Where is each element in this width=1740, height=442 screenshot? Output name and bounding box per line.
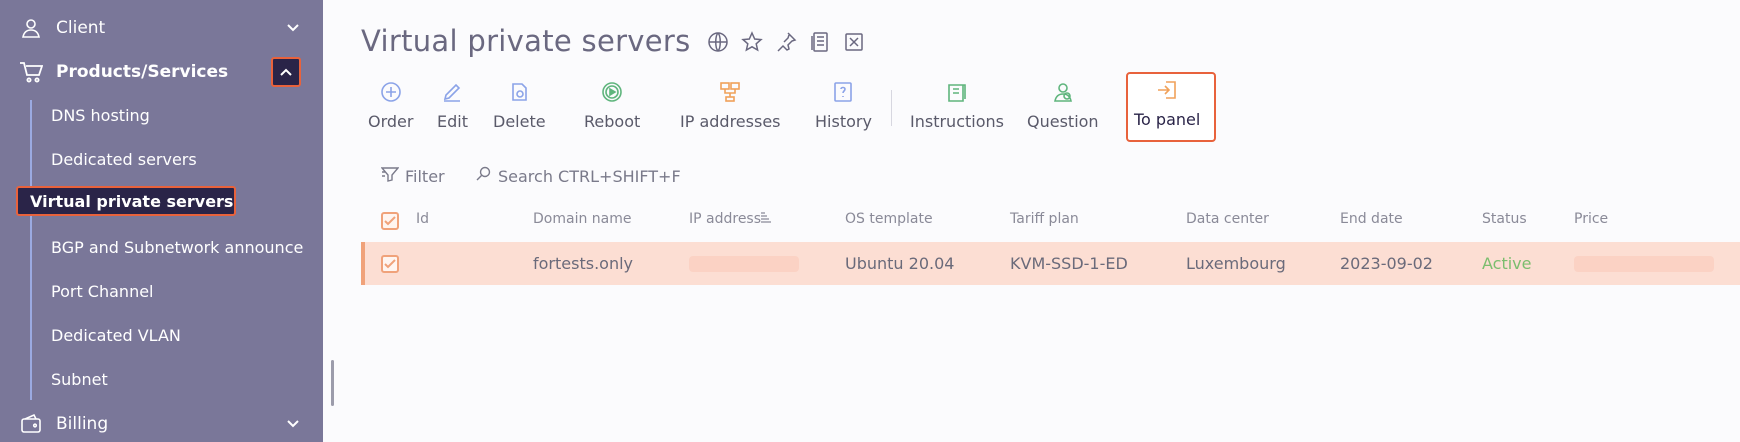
edit-button[interactable]: Edit: [437, 80, 468, 131]
toolbar-divider: [891, 90, 892, 126]
sort-icon[interactable]: [760, 211, 772, 227]
search-input[interactable]: Search CTRL+SHIFT+F: [476, 166, 681, 186]
sidebar: Client Products/Services DNS hosting Ded…: [0, 0, 323, 442]
cell-domain: fortests.only: [533, 254, 633, 273]
sidebar-item-port-channel[interactable]: Port Channel: [51, 282, 154, 301]
delete-label: Delete: [493, 112, 546, 131]
pencil-icon: [440, 80, 464, 104]
sidebar-item-products[interactable]: Products/Services: [0, 54, 323, 90]
column-header-datacenter[interactable]: Data center: [1186, 211, 1269, 227]
column-header-price[interactable]: Price: [1574, 211, 1608, 227]
sidebar-item-client[interactable]: Client: [0, 10, 323, 46]
cell-ip-redacted: [689, 256, 799, 272]
search-placeholder: Search CTRL+SHIFT+F: [498, 166, 681, 186]
sidebar-item-billing[interactable]: Billing: [0, 406, 323, 442]
cell-end-date: 2023-09-02: [1340, 254, 1433, 273]
sidebar-item-label: Products/Services: [56, 62, 229, 82]
sidebar-item-label: Client: [56, 18, 106, 38]
login-icon: [1155, 78, 1179, 102]
history-label: History: [815, 112, 872, 131]
sidebar-item-subnet[interactable]: Subnet: [51, 370, 108, 389]
sidebar-item-dedicated-servers[interactable]: Dedicated servers: [51, 150, 197, 169]
filter-icon: [380, 166, 400, 186]
chevron-down-icon[interactable]: [283, 18, 303, 38]
to-panel-content[interactable]: To panel: [1134, 78, 1200, 129]
sidebar-item-label: Billing: [56, 414, 109, 434]
cart-icon: [18, 59, 44, 85]
pin-icon[interactable]: [774, 30, 798, 54]
order-button[interactable]: Order: [368, 80, 413, 131]
column-header-id[interactable]: Id: [416, 211, 429, 227]
star-icon[interactable]: [740, 30, 764, 54]
globe-icon[interactable]: [706, 30, 730, 54]
wallet-icon: [18, 411, 44, 437]
column-header-status[interactable]: Status: [1482, 211, 1527, 227]
delete-button[interactable]: Delete: [493, 80, 546, 131]
excel-icon[interactable]: [842, 30, 866, 54]
support-icon: [1051, 80, 1075, 104]
select-all-checkbox[interactable]: [381, 212, 399, 230]
sidebar-item-virtual-private-servers[interactable]: Virtual private servers: [16, 186, 236, 216]
chevron-up-icon[interactable]: [271, 57, 301, 87]
network-icon: [718, 80, 742, 104]
user-icon: [18, 15, 44, 41]
cell-price-redacted: [1574, 256, 1714, 272]
document-icon[interactable]: [808, 30, 832, 54]
submenu-line: [30, 100, 32, 400]
instructions-label: Instructions: [910, 112, 1004, 131]
delete-icon: [507, 80, 531, 104]
sidebar-item-dns-hosting[interactable]: DNS hosting: [51, 106, 150, 125]
search-icon: [476, 166, 492, 186]
history-icon: [831, 80, 855, 104]
sidebar-item-dedicated-vlan[interactable]: Dedicated VLAN: [51, 326, 181, 345]
reboot-label: Reboot: [584, 112, 641, 131]
filter-label: Filter: [405, 166, 445, 186]
column-header-os[interactable]: OS template: [845, 211, 933, 227]
ip-addresses-button[interactable]: IP addresses: [680, 80, 781, 131]
column-header-ip[interactable]: IP address: [689, 211, 761, 227]
history-button[interactable]: History: [815, 80, 872, 131]
instructions-button[interactable]: Instructions: [910, 80, 1004, 131]
order-label: Order: [368, 112, 414, 131]
sidebar-item-bgp[interactable]: BGP and Subnetwork announce: [51, 238, 303, 257]
to-panel-label: To panel: [1134, 110, 1201, 129]
column-header-end-date[interactable]: End date: [1340, 211, 1403, 227]
play-circle-icon: [600, 80, 624, 104]
edit-label: Edit: [437, 112, 468, 131]
page-title: Virtual private servers: [361, 24, 691, 58]
cell-datacenter: Luxembourg: [1186, 254, 1286, 273]
scrollbar[interactable]: [331, 360, 334, 406]
column-header-domain[interactable]: Domain name: [533, 211, 631, 227]
question-button[interactable]: Question: [1027, 80, 1099, 131]
cell-os: Ubuntu 20.04: [845, 254, 955, 273]
row-checkbox[interactable]: [381, 255, 399, 273]
chevron-down-icon[interactable]: [283, 414, 303, 434]
book-icon: [945, 80, 969, 104]
column-header-tariff[interactable]: Tariff plan: [1010, 211, 1079, 227]
filter-button[interactable]: Filter: [380, 166, 445, 186]
title-actions: [706, 30, 866, 54]
cell-tariff: KVM-SSD-1-ED: [1010, 254, 1128, 273]
plus-circle-icon: [379, 80, 403, 104]
question-label: Question: [1027, 112, 1099, 131]
ip-addresses-label: IP addresses: [680, 112, 781, 131]
cell-status: Active: [1482, 254, 1532, 273]
reboot-button[interactable]: Reboot: [584, 80, 640, 131]
